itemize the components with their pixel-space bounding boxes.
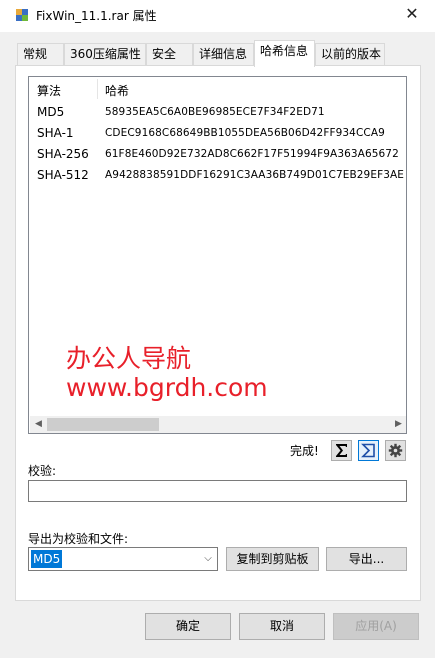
tab-security[interactable]: 安全 bbox=[146, 43, 193, 65]
horizontal-scrollbar[interactable]: ◀ ▶ bbox=[30, 416, 406, 433]
tab-previous-versions[interactable]: 以前的版本 bbox=[315, 43, 385, 65]
apply-button[interactable]: 应用(A) bbox=[333, 613, 419, 640]
verify-input[interactable] bbox=[28, 480, 407, 502]
sigma-compare-button[interactable] bbox=[358, 440, 379, 461]
algorithm-select-value: MD5 bbox=[31, 550, 63, 568]
algorithm-cell: SHA-512 bbox=[37, 168, 89, 182]
hash-cell: 58935EA5C6A0BE96985ECE7F34F2ED71 bbox=[105, 106, 325, 118]
ok-button[interactable]: 确定 bbox=[145, 613, 231, 640]
window-title: FixWin_11.1.rar 属性 bbox=[36, 9, 157, 23]
list-item[interactable]: SHA-512 A9428838591DDF16291C3AA36B749D01… bbox=[29, 166, 406, 187]
verify-label: 校验: bbox=[28, 464, 57, 478]
tab-360-properties[interactable]: 360压缩属性 bbox=[64, 43, 146, 65]
watermark-url: www.bgrdh.com bbox=[66, 373, 268, 402]
archive-file-icon bbox=[16, 9, 28, 21]
list-item[interactable]: SHA-1 CDEC9168C68649BB1055DEA56B06D42FF9… bbox=[29, 124, 406, 145]
algorithm-select[interactable]: MD5 ⌵ bbox=[28, 547, 218, 571]
hash-cell: A9428838591DDF16291C3AA36B749D01C7EB29EF… bbox=[105, 169, 405, 181]
hash-list-view[interactable]: 算法 哈希 MD5 58935EA5C6A0BE96985ECE7F34F2ED… bbox=[28, 76, 407, 434]
tab-details[interactable]: 详细信息 bbox=[193, 43, 254, 65]
sigma-compare-icon bbox=[361, 443, 375, 458]
tab-general[interactable]: 常规 bbox=[17, 43, 64, 65]
chevron-down-icon[interactable]: ⌵ bbox=[201, 551, 215, 567]
scroll-left-icon[interactable]: ◀ bbox=[30, 416, 47, 433]
scroll-right-icon[interactable]: ▶ bbox=[390, 416, 406, 433]
column-header-algorithm[interactable]: 算法 bbox=[37, 82, 61, 99]
column-header-hash[interactable]: 哈希 bbox=[105, 82, 129, 99]
export-button[interactable]: 导出... bbox=[326, 547, 407, 571]
settings-button[interactable] bbox=[385, 440, 406, 461]
list-item[interactable]: MD5 58935EA5C6A0BE96985ECE7F34F2ED71 bbox=[29, 103, 406, 124]
algorithm-cell: SHA-1 bbox=[37, 126, 74, 140]
copy-to-clipboard-button[interactable]: 复制到剪贴板 bbox=[226, 547, 319, 571]
status-done-label: 完成! bbox=[290, 444, 319, 458]
algorithm-cell: SHA-256 bbox=[37, 147, 89, 161]
list-header: 算法 哈希 bbox=[29, 77, 406, 101]
sigma-icon bbox=[336, 444, 347, 457]
scrollbar-thumb[interactable] bbox=[47, 418, 159, 431]
cancel-button[interactable]: 取消 bbox=[239, 613, 325, 640]
algorithm-cell: MD5 bbox=[37, 105, 65, 119]
list-item[interactable]: SHA-256 61F8E460D92E732AD8C662F17F51994F… bbox=[29, 145, 406, 166]
hash-cell: CDEC9168C68649BB1055DEA56B06D42FF934CCA9 bbox=[105, 127, 385, 139]
gear-icon bbox=[388, 443, 403, 458]
column-separator[interactable] bbox=[97, 79, 98, 99]
close-button[interactable]: ✕ bbox=[394, 0, 430, 30]
title-bar: FixWin_11.1.rar 属性 ✕ bbox=[0, 0, 435, 32]
tab-hash-info[interactable]: 哈希信息 bbox=[254, 40, 315, 67]
sigma-button[interactable] bbox=[331, 440, 352, 461]
export-label: 导出为校验和文件: bbox=[28, 532, 129, 546]
hash-cell: 61F8E460D92E732AD8C662F17F51994F9A363A65… bbox=[105, 148, 399, 160]
watermark-title: 办公人导航 bbox=[66, 344, 192, 373]
